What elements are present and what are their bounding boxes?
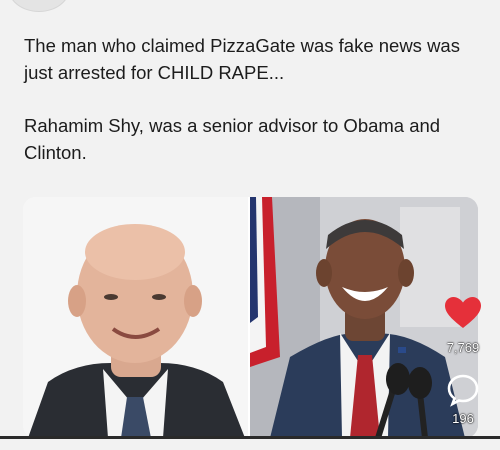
like-count: 7,769	[446, 340, 480, 355]
avatar-edge	[8, 0, 70, 12]
comment-count: 196	[452, 411, 474, 426]
post-caption: The man who claimed PizzaGate was fake n…	[24, 32, 474, 192]
divider	[0, 436, 500, 439]
heart-icon[interactable]	[444, 296, 482, 330]
post-text-line-1: The man who claimed PizzaGate was fake n…	[24, 35, 460, 83]
photo-left[interactable]	[23, 197, 248, 438]
post-text-line-2: Rahamim Shy, was a senior advisor to Oba…	[24, 115, 441, 163]
post-actions: 7,769 196	[436, 296, 490, 426]
comment-bubble-icon[interactable]	[446, 373, 480, 407]
post-media[interactable]	[23, 197, 478, 438]
